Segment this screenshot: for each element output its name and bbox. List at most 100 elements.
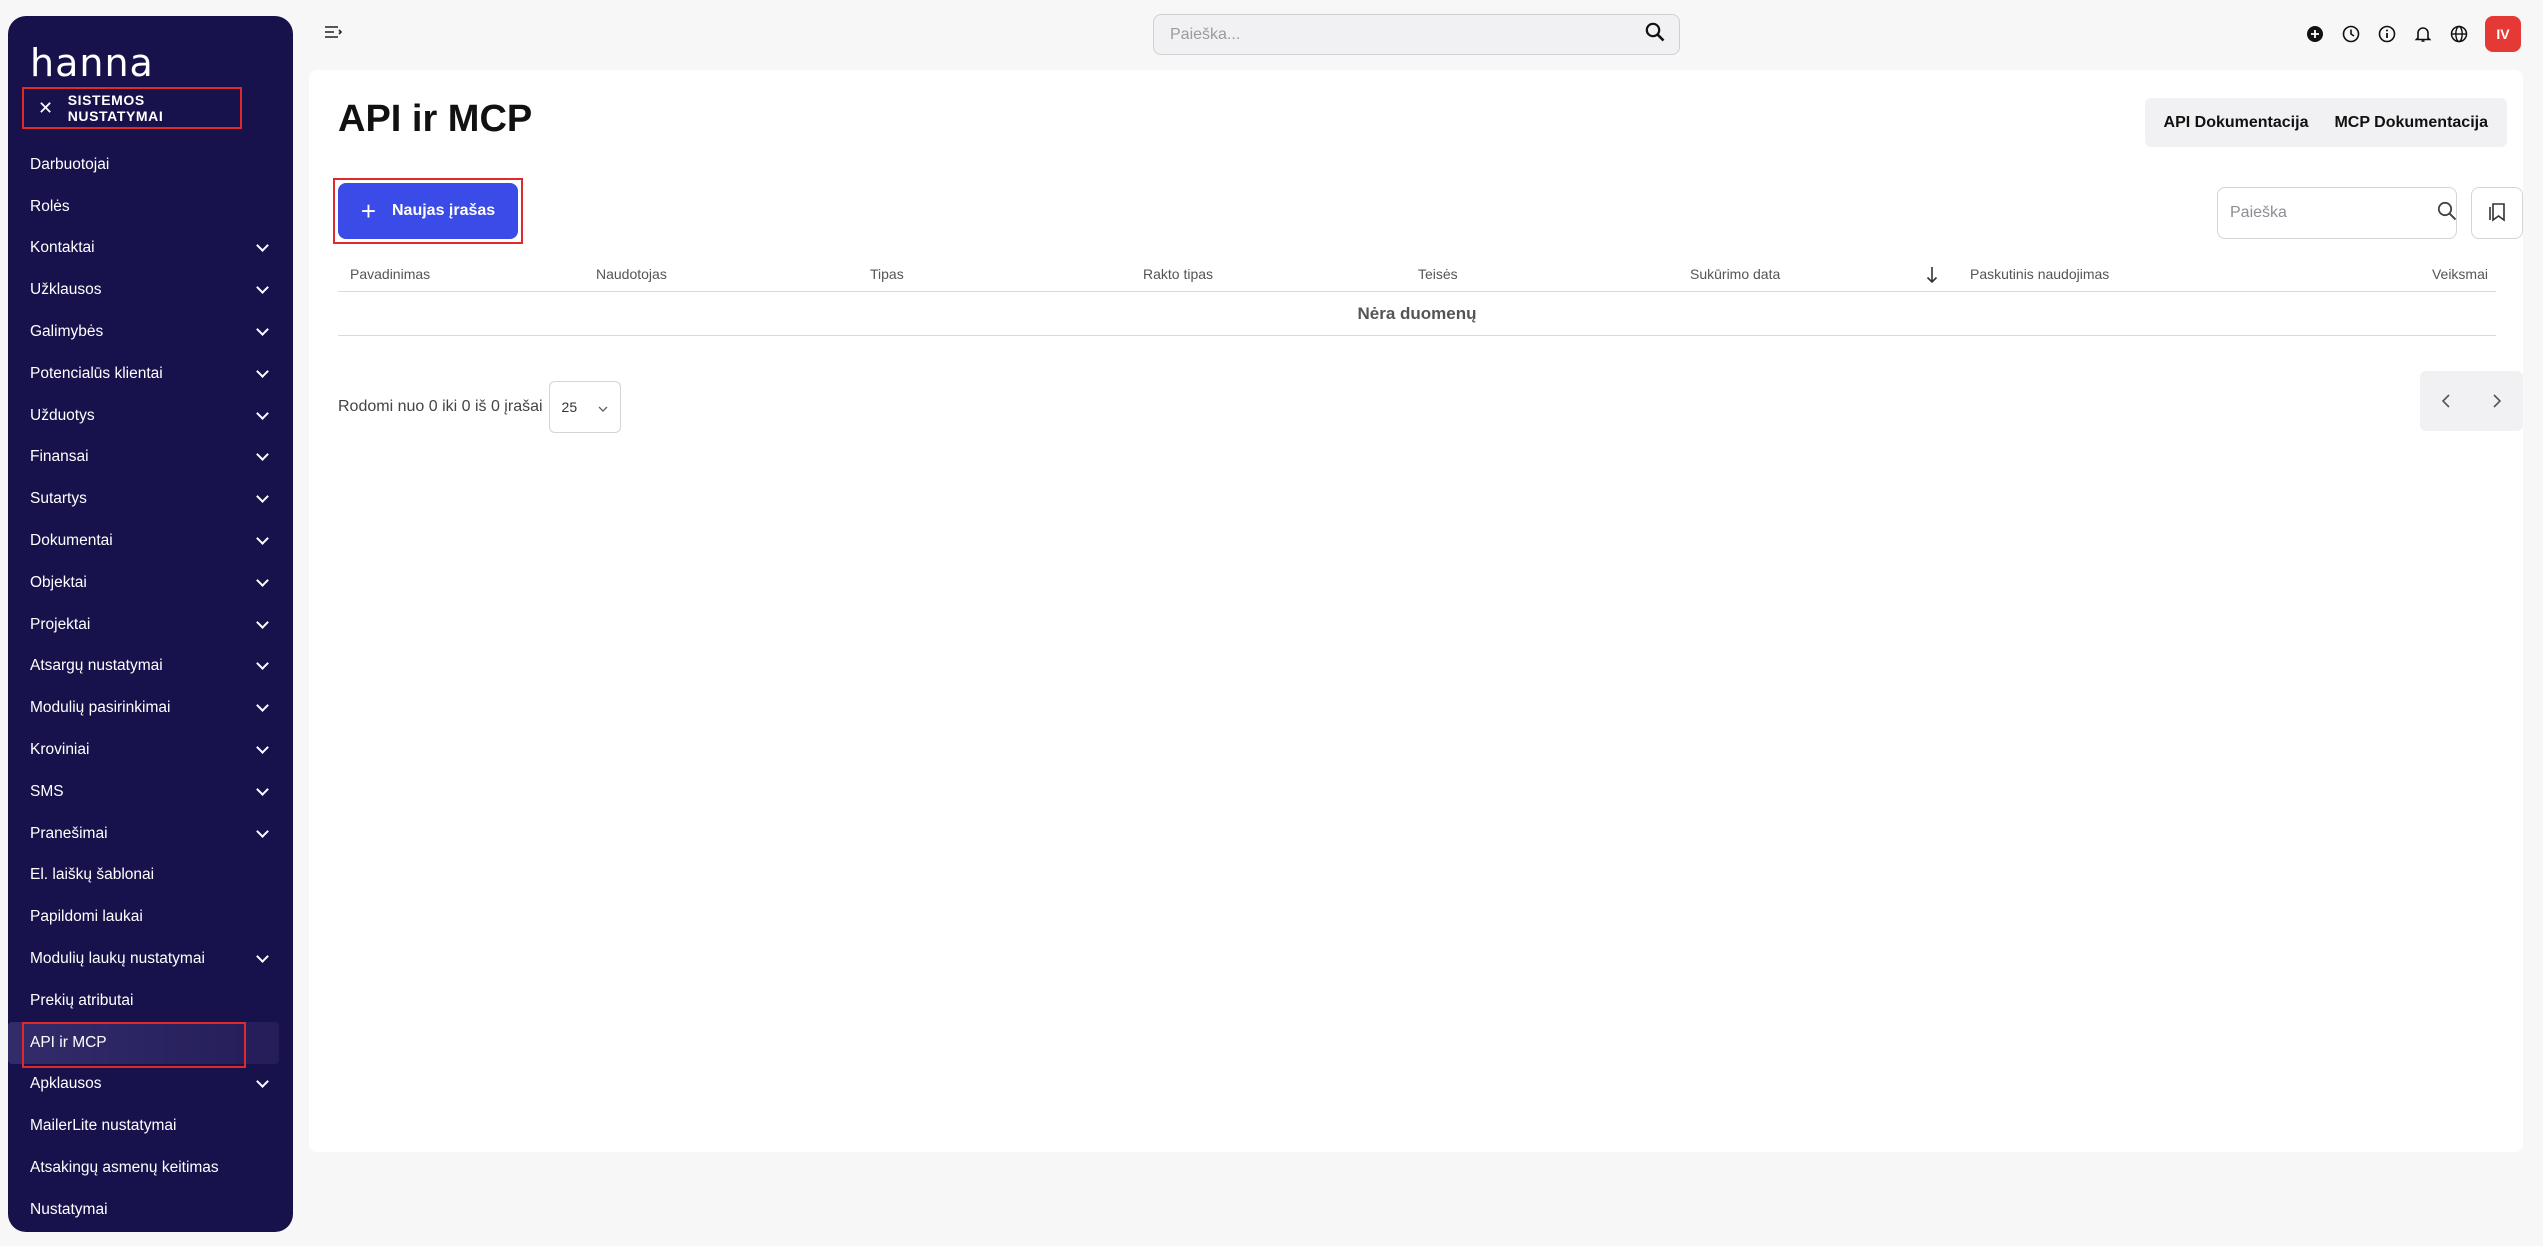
- empty-state: Nėra duomenų: [338, 292, 2496, 336]
- previous-page-button[interactable]: [2441, 394, 2451, 408]
- sidebar-item-api-ir-mcp[interactable]: API ir MCP: [8, 1021, 279, 1068]
- chevron-down-icon[interactable]: [256, 532, 269, 545]
- chevron-down-icon[interactable]: [256, 782, 269, 796]
- sidebar-item-darbuotojai[interactable]: Darbuotojai: [8, 144, 293, 186]
- plus-circle-icon[interactable]: [2305, 24, 2325, 44]
- chevron-down-icon[interactable]: [256, 281, 269, 295]
- sidebar-item-prekių-atributai[interactable]: Prekių atributai: [8, 980, 293, 1022]
- column-header[interactable]: Rakto tipas: [1143, 256, 1213, 292]
- bell-icon[interactable]: [2413, 24, 2433, 44]
- records-count-text: Rodomi nuo 0 iki 0 iš 0 įrašai: [338, 398, 543, 415]
- chevron-down-icon[interactable]: [256, 824, 269, 838]
- chevron-down-icon[interactable]: [256, 615, 269, 629]
- global-search: [1153, 14, 1680, 55]
- sidebar-item-label: Atsakingų asmenų keitimas: [30, 1159, 219, 1177]
- topbar-icons: IV: [2305, 16, 2521, 52]
- sidebar-item-dokumentai[interactable]: Dokumentai: [8, 520, 293, 562]
- search-icon[interactable]: [2437, 201, 2457, 226]
- chevron-down-icon[interactable]: [256, 365, 269, 378]
- column-header[interactable]: Paskutinis naudojimas: [1970, 256, 2109, 292]
- logo[interactable]: hanna: [30, 44, 154, 82]
- sidebar-item-finansai[interactable]: Finansai: [8, 437, 293, 479]
- chevron-down-icon[interactable]: [256, 448, 269, 462]
- chevron-down-icon[interactable]: [256, 741, 269, 754]
- settings-close-button[interactable]: ✕ SISTEMOS NUSTATYMAI: [22, 87, 242, 129]
- table-search-input[interactable]: [2230, 204, 2437, 222]
- sidebar-item-label: Finansai: [30, 448, 89, 466]
- info-icon[interactable]: [2377, 24, 2397, 44]
- chevron-down-icon[interactable]: [256, 1075, 269, 1089]
- sidebar-item-el-laiškų-šablonai[interactable]: El. laiškų šablonai: [8, 855, 293, 897]
- sidebar-item-modulių-pasirinkimai[interactable]: Modulių pasirinkimai: [8, 687, 293, 729]
- sidebar-item-label: Sutartys: [30, 490, 87, 508]
- sidebar-item-sms[interactable]: SMS: [8, 771, 293, 813]
- new-record-button[interactable]: + Naujas įrašas: [338, 183, 518, 239]
- next-page-button[interactable]: [2492, 394, 2502, 408]
- clock-icon[interactable]: [2341, 24, 2361, 44]
- sidebar-item-projektai[interactable]: Projektai: [8, 604, 293, 646]
- sidebar-item-label: Užduotys: [30, 406, 95, 424]
- column-header[interactable]: Sukūrimo data: [1690, 256, 1780, 292]
- api-docs-button[interactable]: API Dokumentacija: [2153, 114, 2320, 132]
- column-header[interactable]: Veiksmai: [2432, 256, 2488, 292]
- sidebar-item-pranešimai[interactable]: Pranešimai: [8, 813, 293, 855]
- sidebar-item-objektai[interactable]: Objektai: [8, 562, 293, 604]
- sidebar-item-apklausos[interactable]: Apklausos: [8, 1064, 293, 1106]
- sidebar-item-label: SMS: [30, 782, 64, 800]
- sidebar-item-label: Potencialūs klientai: [30, 364, 163, 382]
- chevron-down-icon[interactable]: [256, 950, 269, 963]
- main-content: API ir MCP API Dokumentacija MCP Dokumen…: [309, 70, 2523, 1152]
- global-search-input[interactable]: [1170, 25, 1645, 44]
- chevron-down-icon[interactable]: [256, 699, 269, 713]
- sidebar-item-galimybės[interactable]: Galimybės: [8, 311, 293, 353]
- sidebar-item-rolės[interactable]: Rolės: [8, 186, 293, 228]
- column-header[interactable]: Naudotojas: [596, 256, 667, 292]
- chevron-down-icon[interactable]: [256, 239, 269, 253]
- globe-icon[interactable]: [2449, 24, 2469, 44]
- page-title: API ir MCP: [338, 98, 533, 140]
- sidebar-item-mailerlite-nustatymai[interactable]: MailerLite nustatymai: [8, 1105, 293, 1147]
- pagination-info: Rodomi nuo 0 iki 0 iš 0 įrašai 25: [338, 381, 621, 433]
- sidebar: hanna ✕ SISTEMOS NUSTATYMAI Darbuotojai R…: [8, 16, 293, 1232]
- sidebar-item-atsakingų-asmenų-keitimas[interactable]: Atsakingų asmenų keitimas: [8, 1147, 293, 1189]
- sidebar-item-papildomi-laukai[interactable]: Papildomi laukai: [8, 896, 293, 938]
- column-header[interactable]: Pavadinimas: [350, 256, 430, 292]
- column-header[interactable]: Teisės: [1418, 256, 1458, 292]
- sidebar-item-label: API ir MCP: [30, 1033, 107, 1051]
- chevron-down-icon[interactable]: [256, 657, 269, 671]
- sidebar-item-užklausos[interactable]: Užklausos: [8, 269, 293, 311]
- menu-toggle-icon[interactable]: [324, 22, 344, 44]
- sidebar-item-atsargų-nustatymai[interactable]: Atsargų nustatymai: [8, 646, 293, 688]
- saved-views-button[interactable]: [2471, 187, 2523, 239]
- new-record-label: Naujas įrašas: [392, 202, 496, 219]
- page-size-select[interactable]: 25: [548, 381, 621, 433]
- chevron-down-icon[interactable]: [256, 490, 269, 504]
- records-table: Pavadinimas Naudotojas Tipas Rakto tipas Tei…: [338, 256, 2496, 336]
- plus-icon: +: [360, 196, 376, 226]
- sidebar-item-label: Atsargų nustatymai: [30, 657, 163, 675]
- column-header[interactable]: Tipas: [870, 256, 904, 292]
- sort-arrow-down-icon[interactable]: [1926, 266, 1938, 287]
- chevron-down-icon[interactable]: [256, 323, 269, 336]
- settings-section-title: SISTEMOS NUSTATYMAI: [67, 92, 164, 124]
- sidebar-item-kroviniai[interactable]: Kroviniai: [8, 729, 293, 771]
- documentation-links: API Dokumentacija MCP Dokumentacija: [2144, 98, 2507, 147]
- sidebar-item-potencialūs-klientai[interactable]: Potencialūs klientai: [8, 353, 293, 395]
- chevron-down-icon[interactable]: [256, 406, 269, 420]
- user-avatar[interactable]: IV: [2485, 16, 2521, 52]
- sidebar-item-label: Rolės: [30, 197, 70, 215]
- sidebar-item-label: Dokumentai: [30, 532, 113, 550]
- pagination-controls: [2420, 371, 2523, 431]
- sidebar-nav: Darbuotojai Rolės Kontaktai Užklausos Galimy…: [8, 144, 293, 1231]
- sidebar-item-label: Užklausos: [30, 281, 102, 299]
- chevron-down-icon[interactable]: [256, 573, 269, 587]
- mcp-docs-button[interactable]: MCP Dokumentacija: [2323, 114, 2499, 132]
- table-header: Pavadinimas Naudotojas Tipas Rakto tipas Tei…: [338, 256, 2496, 292]
- sidebar-item-label: Prekių atributai: [30, 991, 134, 1009]
- search-icon[interactable]: [1645, 22, 1665, 47]
- sidebar-item-sutartys[interactable]: Sutartys: [8, 478, 293, 520]
- sidebar-item-nustatymai[interactable]: Nustatymai: [8, 1189, 293, 1231]
- sidebar-item-užduotys[interactable]: Užduotys: [8, 395, 293, 437]
- sidebar-item-modulių-laukų-nustatymai[interactable]: Modulių laukų nustatymai: [8, 938, 293, 980]
- sidebar-item-kontaktai[interactable]: Kontaktai: [8, 228, 293, 270]
